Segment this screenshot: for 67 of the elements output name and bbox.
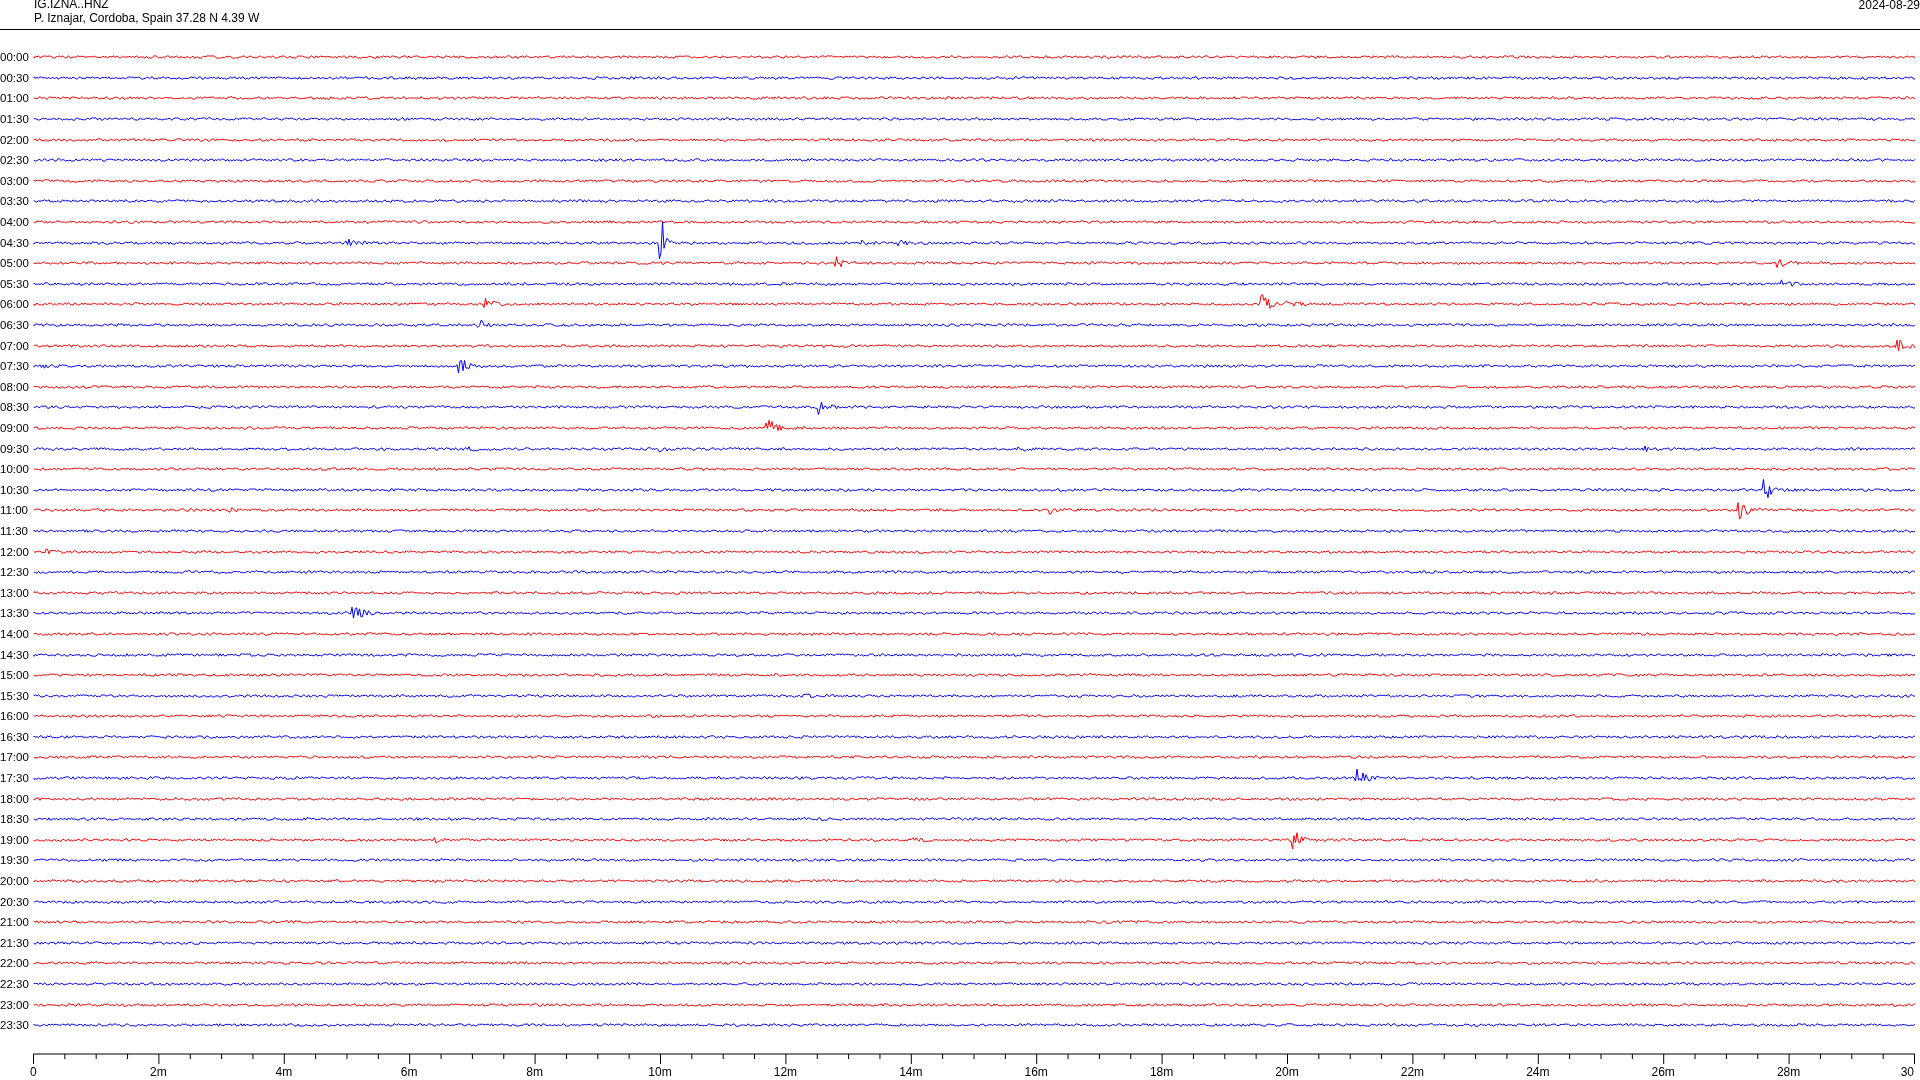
time-label: 00:00 <box>0 51 30 64</box>
time-label: 03:30 <box>0 195 30 208</box>
axis-label: 14m <box>899 1064 923 1079</box>
axis-label: 20m <box>1275 1064 1299 1079</box>
date-label: 2024-08-29 <box>1858 0 1920 12</box>
time-label: 07:30 <box>0 360 30 373</box>
time-label: 01:30 <box>0 113 30 126</box>
axis-label: 8m <box>526 1064 543 1079</box>
time-label: 22:30 <box>0 978 30 990</box>
time-label: 13:30 <box>0 607 30 620</box>
time-label: 08:00 <box>0 380 30 393</box>
time-label: 10:00 <box>0 463 30 476</box>
time-label: 20:30 <box>0 895 30 908</box>
axis-label: 30 <box>1900 1064 1914 1079</box>
time-label: 20:00 <box>0 875 30 888</box>
time-label: 11:30 <box>0 524 29 537</box>
time-label: 05:30 <box>0 277 30 290</box>
axis-label: 24m <box>1526 1064 1550 1079</box>
time-label: 12:00 <box>0 545 30 558</box>
time-label: 07:00 <box>0 339 30 352</box>
axis-label: 2m <box>150 1064 167 1079</box>
axis-label: 6m <box>400 1064 418 1079</box>
time-label: 11:00 <box>0 504 29 517</box>
axis-label: 26m <box>1651 1064 1675 1079</box>
axis-label: 28m <box>1776 1064 1801 1079</box>
time-label: 02:00 <box>0 133 30 146</box>
time-label: 06:00 <box>0 298 30 311</box>
axis-label: 12m <box>773 1064 798 1079</box>
station-code: IG.IZNA..HNZ <box>34 0 110 11</box>
time-label: 08:30 <box>0 401 30 414</box>
time-label: 21:00 <box>0 916 30 929</box>
station-location: P. Iznajar, Cordoba, Spain 37.28 N 4.39 W <box>34 11 260 25</box>
time-label: 23:30 <box>0 1019 30 1032</box>
axis-label: 18m <box>1149 1064 1174 1079</box>
axis-label: 4m <box>275 1064 293 1079</box>
time-label: 17:00 <box>0 751 30 764</box>
time-label: 14:00 <box>0 627 30 640</box>
time-label: 21:30 <box>0 936 30 949</box>
time-label: 19:00 <box>0 833 30 846</box>
time-label: 18:00 <box>0 792 30 805</box>
time-label: 04:30 <box>0 236 30 249</box>
axis-label: 0 <box>30 1064 37 1079</box>
time-label: 22:00 <box>0 957 30 970</box>
time-label: 15:30 <box>0 689 30 702</box>
time-label: 06:30 <box>0 319 30 331</box>
time-label: 23:00 <box>0 998 30 1011</box>
time-label: 01:00 <box>0 92 30 105</box>
time-label: 19:30 <box>0 854 30 867</box>
time-label: 14:30 <box>0 648 30 661</box>
time-label: 17:30 <box>0 772 30 785</box>
axis-label: 22m <box>1400 1064 1425 1079</box>
time-label: 02:30 <box>0 154 30 167</box>
time-label: 15:00 <box>0 669 30 682</box>
time-label: 05:00 <box>0 257 30 270</box>
time-label: 10:30 <box>0 483 30 496</box>
time-label: 18:30 <box>0 813 30 826</box>
time-label: 00:30 <box>0 71 30 84</box>
axis-label: 16m <box>1024 1064 1048 1079</box>
time-label: 13:00 <box>0 586 30 599</box>
time-label: 03:00 <box>0 174 30 187</box>
axis-label: 10m <box>648 1064 672 1079</box>
time-label: 16:00 <box>0 710 30 723</box>
time-label: 04:00 <box>0 216 30 229</box>
time-label: 09:30 <box>0 442 30 455</box>
time-label: 16:30 <box>0 730 30 743</box>
time-label: 09:00 <box>0 422 30 434</box>
time-label: 12:30 <box>0 566 30 579</box>
